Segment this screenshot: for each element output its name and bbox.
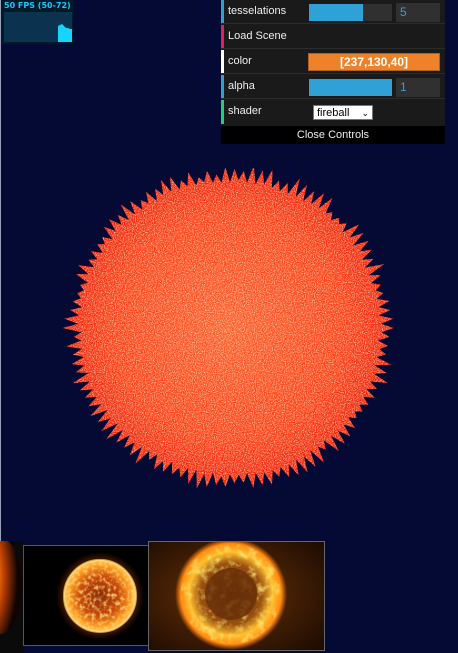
color-picker[interactable]: [237,130,40]	[308, 53, 440, 71]
row-stripe	[221, 100, 224, 124]
fps-graph-bars	[58, 24, 72, 42]
fire-image	[0, 541, 24, 653]
tesselations-row: tesselations 5	[221, 0, 445, 24]
row-stripe	[221, 50, 224, 73]
fireball-ring-thumbnail[interactable]	[148, 541, 325, 651]
row-stripe	[221, 25, 224, 48]
load-scene-button[interactable]: Load Scene	[228, 30, 287, 42]
load-scene-row[interactable]: Load Scene	[221, 25, 445, 49]
tesselations-slider[interactable]	[309, 4, 392, 21]
fps-stats-panel[interactable]: 50 FPS (50-72)	[1, 0, 73, 44]
alpha-row: alpha 1	[221, 75, 445, 99]
fps-graph	[4, 12, 72, 42]
fps-label: 50 FPS (50-72)	[4, 1, 71, 10]
row-stripe	[221, 0, 224, 23]
shader-row: shader fireball ⌄	[221, 100, 445, 124]
tesselations-input[interactable]: 5	[396, 3, 440, 22]
alpha-label: alpha	[228, 80, 255, 92]
tesselations-label: tesselations	[228, 5, 287, 17]
fireball-ring-image	[149, 542, 324, 650]
row-stripe	[221, 75, 224, 98]
close-controls-button[interactable]: Close Controls	[221, 126, 445, 144]
shader-selected-value: fireball	[317, 107, 350, 119]
render-viewport[interactable]: 50 FPS (50-72) tesselations 5 Load Scene…	[0, 0, 458, 653]
shader-label: shader	[228, 105, 262, 117]
alpha-input[interactable]: 1	[396, 78, 440, 97]
alpha-slider[interactable]	[309, 79, 392, 96]
color-row: color [237,130,40]	[221, 50, 445, 74]
tesselations-slider-fill	[309, 4, 363, 21]
alpha-slider-fill	[309, 79, 392, 96]
shader-select[interactable]: fireball ⌄	[313, 105, 373, 120]
fireball-sun	[62, 168, 394, 488]
fire-thumbnail-partial[interactable]	[0, 541, 24, 653]
controls-panel: tesselations 5 Load Scene color [237,130…	[221, 0, 445, 144]
color-label: color	[228, 55, 252, 67]
chevron-down-icon: ⌄	[361, 108, 369, 118]
